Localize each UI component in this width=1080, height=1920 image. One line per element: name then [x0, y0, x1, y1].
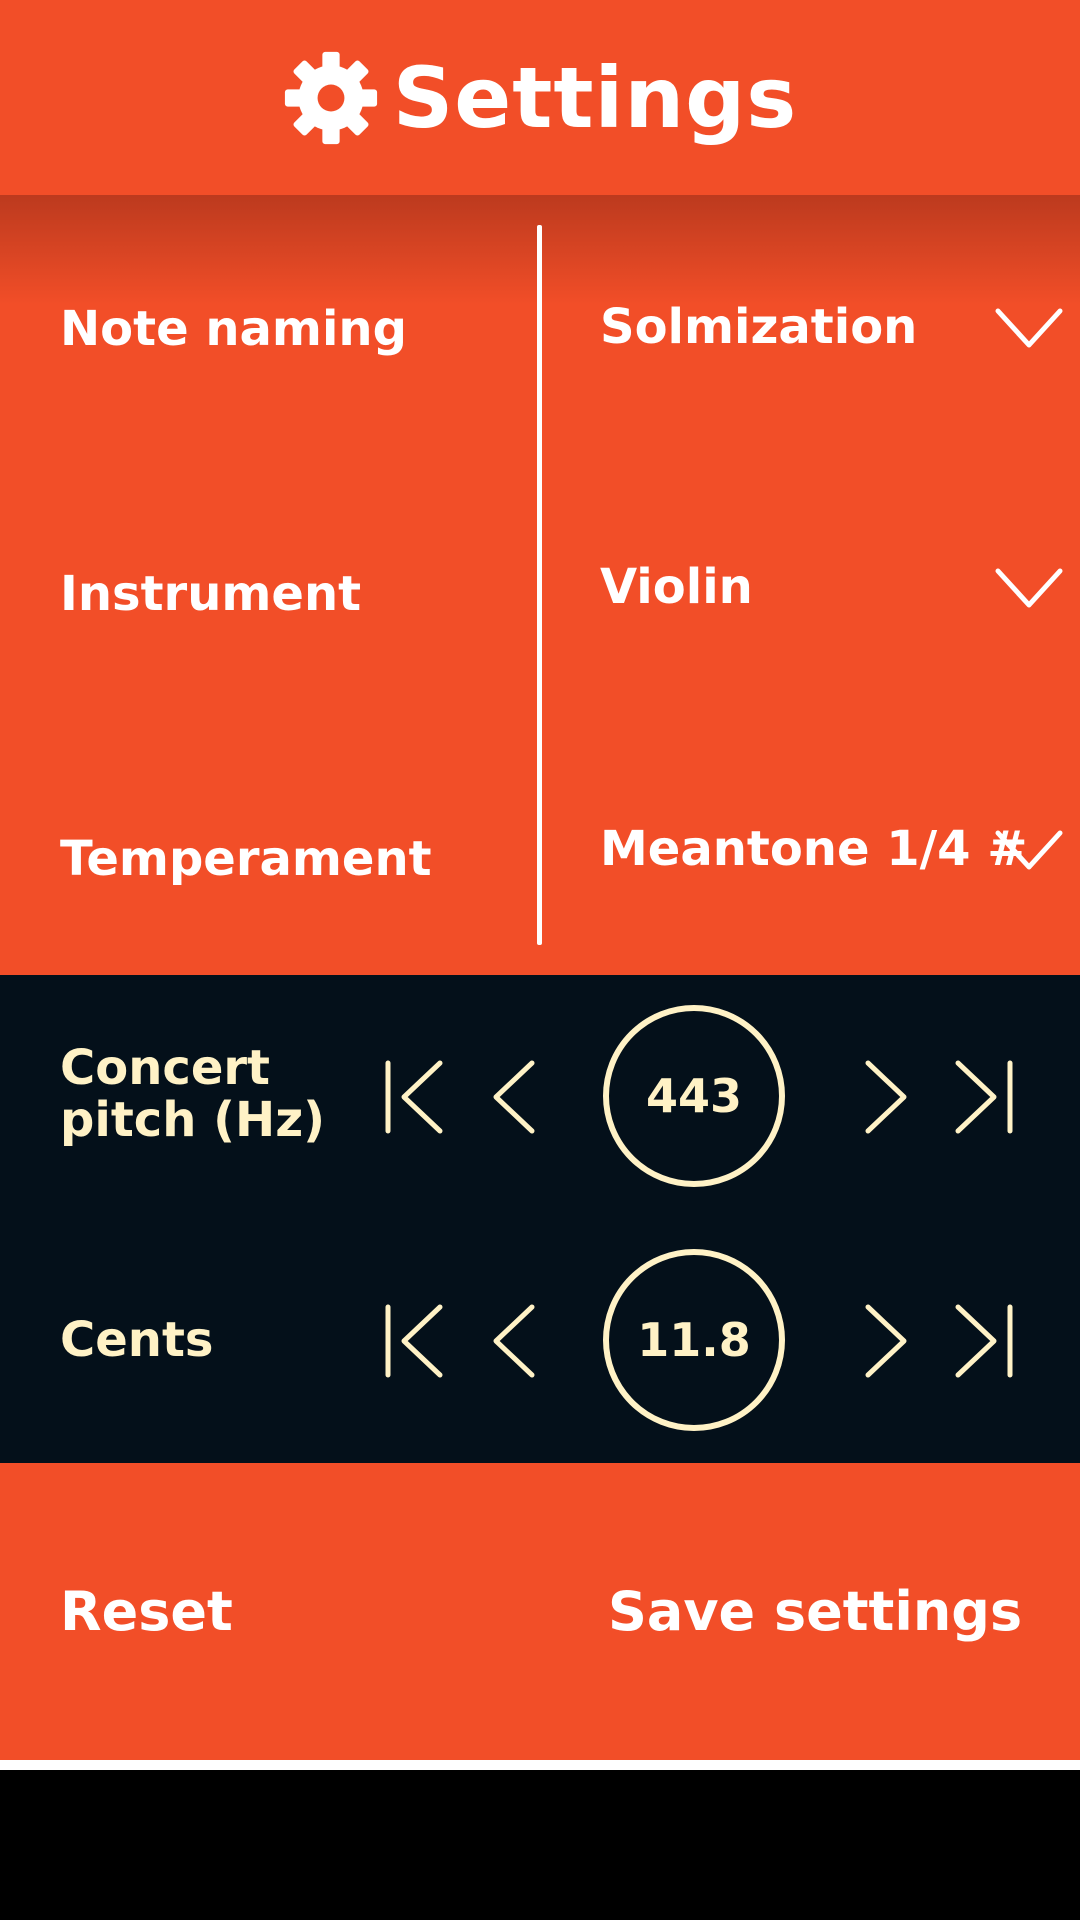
temperament-dropdown[interactable]: Meantone 1/4 # [600, 807, 1070, 897]
concert-pitch-label: Concert pitch (Hz) [60, 1040, 326, 1148]
chevron-left-icon[interactable] [474, 1057, 550, 1137]
save-settings-button[interactable]: Save settings [608, 1463, 1022, 1760]
chevron-down-icon [995, 308, 1063, 348]
temperament-label: Temperament [60, 831, 432, 887]
skip-last-icon[interactable] [948, 1301, 1024, 1381]
system-nav-area [0, 1770, 1080, 1920]
cents-value: 11.8 [603, 1249, 785, 1431]
header-title-group: Settings [283, 50, 798, 146]
chevron-right-icon[interactable] [850, 1301, 926, 1381]
gear-icon [284, 51, 377, 144]
bottom-divider [0, 1760, 1080, 1770]
pitch-controls-panel: Concert pitch (Hz) 443 Cents 11.8 [0, 975, 1080, 1463]
instrument-dropdown[interactable]: Violin [600, 545, 1070, 635]
concert-pitch-label-line1: Concert [60, 1040, 270, 1096]
chevron-left-icon[interactable] [474, 1301, 550, 1381]
note-naming-label: Note naming [60, 301, 407, 357]
instrument-value: Violin [600, 559, 753, 615]
header-bar: Settings [0, 0, 1080, 195]
concert-pitch-label-line2: pitch (Hz) [60, 1091, 326, 1148]
concert-pitch-value: 443 [603, 1005, 785, 1187]
note-naming-dropdown[interactable]: Solmization [600, 285, 1070, 375]
skip-last-icon[interactable] [948, 1057, 1024, 1137]
temperament-value: Meantone 1/4 # [600, 821, 1028, 877]
actions-bar: Reset Save settings [0, 1463, 1080, 1760]
note-naming-value: Solmization [600, 299, 918, 355]
skip-first-icon[interactable] [374, 1301, 450, 1381]
settings-screen: Settings Note naming Solmization Instrum… [0, 0, 1080, 1920]
chevron-down-icon [995, 830, 1063, 870]
chevron-right-icon[interactable] [850, 1057, 926, 1137]
instrument-label: Instrument [60, 566, 362, 622]
page-title: Settings [392, 48, 798, 147]
selection-panel: Note naming Solmization Instrument Violi… [0, 195, 1080, 975]
cents-label: Cents [60, 1312, 214, 1368]
chevron-down-icon [995, 568, 1063, 608]
column-divider [537, 225, 542, 945]
skip-first-icon[interactable] [374, 1057, 450, 1137]
reset-button[interactable]: Reset [60, 1463, 233, 1760]
